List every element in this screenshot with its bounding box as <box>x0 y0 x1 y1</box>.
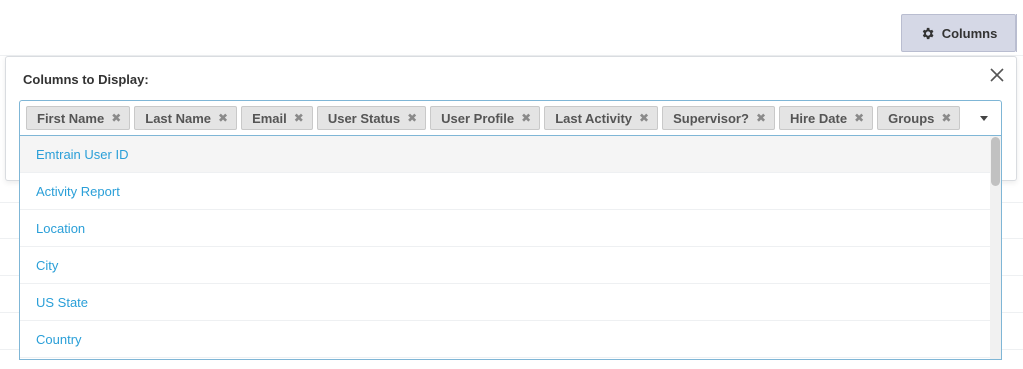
close-icon <box>990 68 1004 82</box>
column-option[interactable]: Country <box>20 321 992 358</box>
column-option[interactable]: Location <box>20 210 992 247</box>
tag-label: First Name <box>37 110 105 126</box>
column-option[interactable]: Emtrain User ID <box>20 136 992 173</box>
column-option[interactable]: Activity Report <box>20 173 992 210</box>
dropdown-caret-icon[interactable] <box>980 116 988 121</box>
remove-tag-icon[interactable]: ✖ <box>756 112 766 124</box>
selected-column-tag: User Status ✖ <box>316 106 427 130</box>
columns-button[interactable]: Columns <box>901 14 1016 52</box>
tag-label: User Status <box>327 110 401 126</box>
tag-label: Groups <box>888 110 935 126</box>
remove-tag-icon[interactable]: ✖ <box>639 112 649 124</box>
adjacent-button-edge <box>1016 14 1023 52</box>
scrollbar-thumb[interactable] <box>991 137 1000 186</box>
columns-button-label: Columns <box>941 25 998 41</box>
column-options-list: Emtrain User ID Activity Report Location Ci… <box>19 136 1002 360</box>
remove-tag-icon[interactable]: ✖ <box>111 112 121 124</box>
tag-label: Last Activity <box>555 110 633 126</box>
remove-tag-icon[interactable]: ✖ <box>218 112 228 124</box>
scrollbar[interactable] <box>990 136 1001 359</box>
remove-tag-icon[interactable]: ✖ <box>941 112 951 124</box>
remove-tag-icon[interactable]: ✖ <box>407 112 417 124</box>
selected-column-tag: Email ✖ <box>241 106 313 130</box>
close-button[interactable] <box>988 66 1006 84</box>
tag-label: Supervisor? <box>673 110 749 126</box>
tag-label: User Profile <box>441 110 515 126</box>
selected-column-tag: Groups ✖ <box>877 106 961 130</box>
selected-tags: First Name ✖ Last Name ✖ Email ✖ User Status ✖ U… <box>26 106 961 130</box>
column-option[interactable]: City <box>20 247 992 284</box>
selected-column-tag: First Name ✖ <box>26 106 131 130</box>
tag-label: Last Name <box>145 110 212 126</box>
remove-tag-icon[interactable]: ✖ <box>294 112 304 124</box>
selected-column-tag: Last Activity ✖ <box>544 106 659 130</box>
selected-column-tag: Supervisor? ✖ <box>662 106 775 130</box>
selected-column-tag: User Profile ✖ <box>430 106 541 130</box>
column-option[interactable]: US State <box>20 284 992 321</box>
selected-column-tag: Last Name ✖ <box>134 106 238 130</box>
panel-title: Columns to Display: <box>23 72 149 87</box>
selected-column-tag: Hire Date ✖ <box>779 106 874 130</box>
tag-label: Hire Date <box>790 110 848 126</box>
columns-multiselect[interactable]: First Name ✖ Last Name ✖ Email ✖ User Status ✖ U… <box>19 100 1002 136</box>
gear-icon <box>922 27 934 39</box>
tag-label: Email <box>252 110 287 126</box>
remove-tag-icon[interactable]: ✖ <box>521 112 531 124</box>
remove-tag-icon[interactable]: ✖ <box>854 112 864 124</box>
